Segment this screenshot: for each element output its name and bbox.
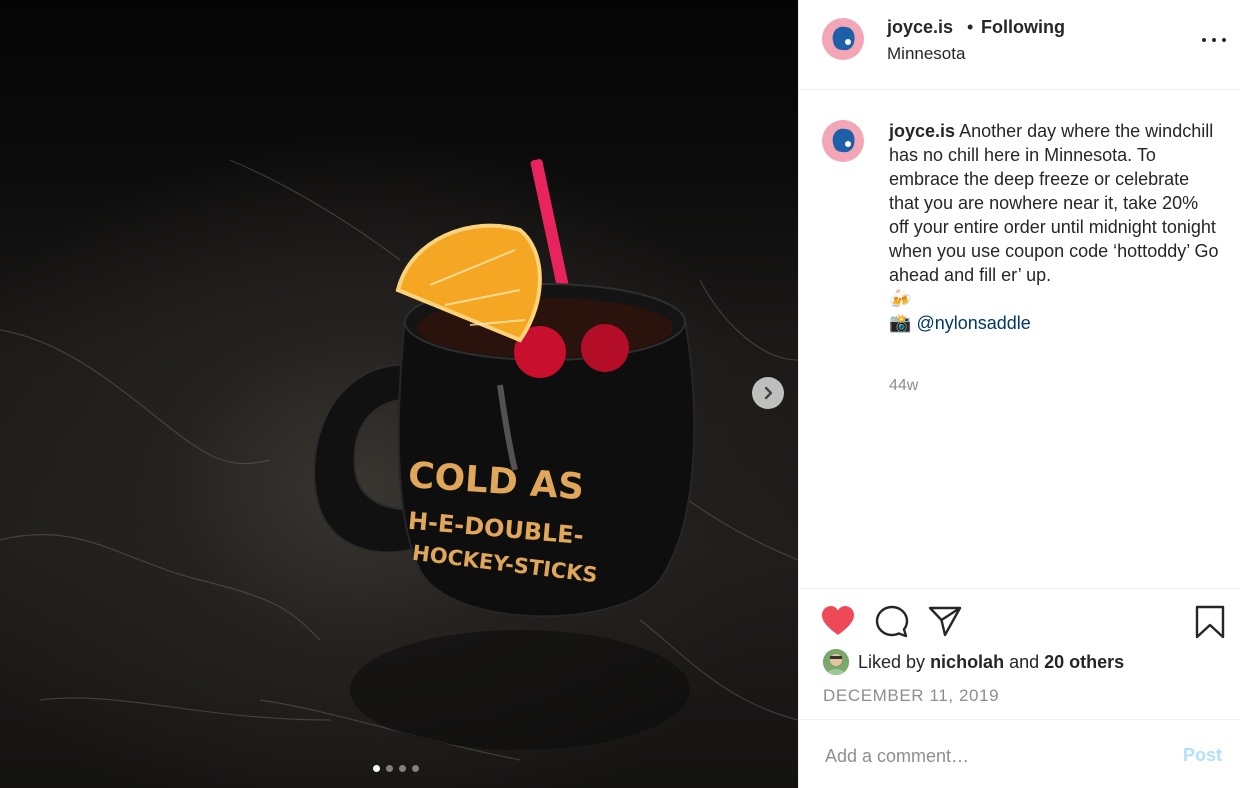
beer-emoji: 🍻 (889, 289, 912, 309)
next-arrow-icon (764, 386, 773, 400)
heart-icon[interactable] (821, 605, 855, 637)
comment-icon[interactable] (875, 605, 909, 639)
camera-emoji: 📸 (889, 313, 912, 333)
caption-avatar[interactable] (822, 120, 864, 162)
carousel-dot-active (373, 765, 380, 772)
following-button[interactable]: Following (981, 17, 1065, 38)
header-separator: • (967, 17, 974, 37)
caption-username[interactable]: joyce.is (889, 121, 955, 141)
carousel-next-button[interactable] (752, 377, 784, 409)
avatar-icon (826, 124, 860, 158)
post-comment-button[interactable]: Post (1183, 745, 1222, 766)
likes-others-link[interactable]: 20 others (1044, 652, 1124, 673)
carousel-dot (412, 765, 419, 772)
share-icon[interactable] (928, 605, 962, 637)
mug-lettering: COLD AS H-E-DOUBLE- HOCKEY-STICKS (407, 455, 599, 587)
liker-username[interactable]: nicholah (930, 652, 1004, 673)
post-actions: Liked by nicholah and 20 others DECEMBER… (799, 589, 1240, 720)
liked-by-label: Liked by (858, 651, 926, 672)
photographer-mention-link[interactable]: @nylonsaddle (916, 313, 1030, 333)
author-avatar[interactable] (822, 18, 864, 60)
comment-bar: Post (799, 720, 1240, 788)
avatar-icon (826, 22, 860, 56)
post-date[interactable]: DECEMBER 11, 2019 (823, 686, 999, 706)
liker-avatar[interactable] (823, 649, 849, 675)
likes-joiner: and (1009, 651, 1040, 672)
caption-text: joyce.is Another day where the windchill… (889, 119, 1219, 335)
post-header: joyce.is • Following Minnesota (799, 0, 1240, 90)
carousel-indicator (373, 765, 419, 772)
post-location[interactable]: Minnesota (887, 44, 965, 64)
post-timestamp[interactable]: 44w (889, 377, 918, 395)
carousel-dot (399, 765, 406, 772)
likes-summary: Liked by nicholah and 20 others (823, 649, 1124, 675)
post-detail-panel: joyce.is • Following Minnesota joyce.is … (798, 0, 1240, 788)
post-media: COLD AS H-E-DOUBLE- HOCKEY-STICKS (0, 0, 798, 788)
more-options-icon[interactable] (1202, 30, 1226, 50)
cherry (581, 324, 629, 372)
mug-reflection (350, 630, 690, 750)
bookmark-icon[interactable] (1195, 605, 1225, 639)
drink-photo: COLD AS H-E-DOUBLE- HOCKEY-STICKS (0, 159, 798, 761)
avatar-icon (823, 649, 849, 675)
author-username[interactable]: joyce.is (887, 17, 953, 38)
carousel-dot (386, 765, 393, 772)
caption-section: joyce.is Another day where the windchill… (799, 90, 1240, 589)
comment-input[interactable] (823, 742, 1157, 770)
caption-body: Another day where the windchill has no c… (889, 121, 1219, 285)
